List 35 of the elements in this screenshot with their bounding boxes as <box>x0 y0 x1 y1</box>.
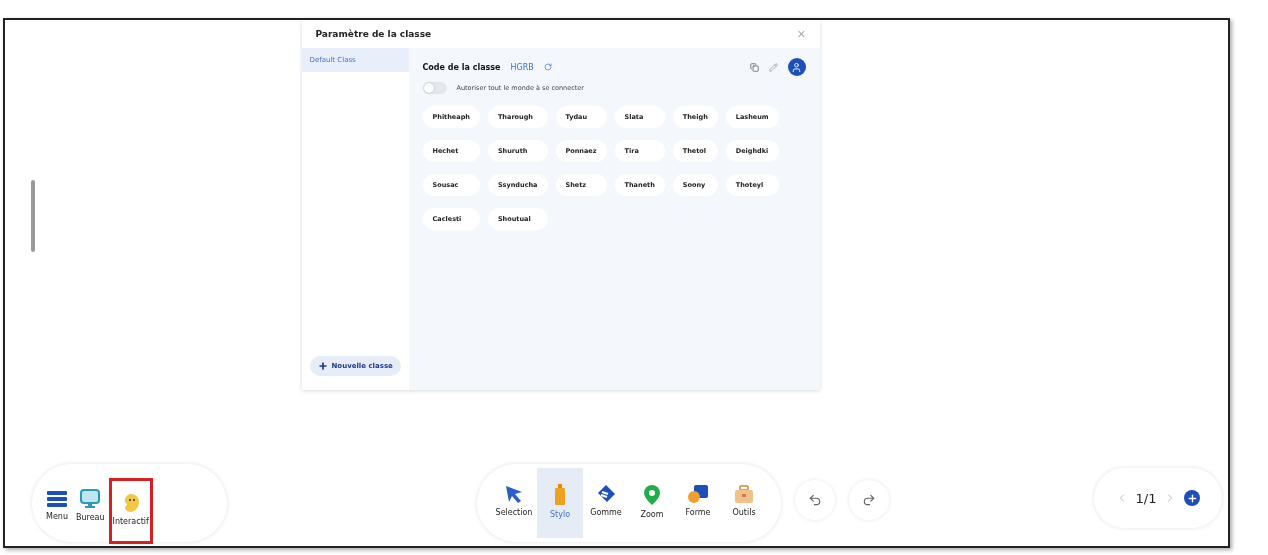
refresh-icon[interactable] <box>543 63 552 71</box>
dock-item[interactable]: Bureau <box>71 473 109 533</box>
scroll-handle[interactable] <box>31 180 35 252</box>
map-pin-icon <box>643 484 661 506</box>
toggle-switch[interactable] <box>422 82 447 94</box>
cursor-icon <box>504 484 524 504</box>
tool-button[interactable]: Selection <box>491 468 537 538</box>
copy-icon[interactable] <box>749 62 759 72</box>
pen-icon <box>554 484 566 506</box>
dock-item[interactable]: Interactif <box>108 478 153 544</box>
tool-button[interactable]: Stylo <box>537 468 583 538</box>
menu-icon <box>47 489 67 508</box>
class-code-label: Code de la classe <box>422 62 501 72</box>
user-icon <box>791 61 802 73</box>
shapes-icon <box>687 484 709 504</box>
toolbox-icon <box>734 484 754 504</box>
redo-button[interactable] <box>849 480 889 520</box>
user-avatar[interactable] <box>787 58 806 76</box>
eraser-icon <box>596 484 616 504</box>
dialog-title: Paramètre de la classe <box>315 29 432 39</box>
tool-button[interactable]: Outils <box>721 468 767 538</box>
tool-button[interactable]: Zoom <box>629 468 675 538</box>
page-number: 1/1 <box>1135 490 1157 506</box>
pencil-icon[interactable] <box>768 62 778 72</box>
class-code: HGRB <box>510 62 534 72</box>
tool-button[interactable]: Forme <box>675 468 721 538</box>
tool-button[interactable]: Gomme <box>583 468 629 538</box>
plus-icon <box>317 361 328 371</box>
add-page-button[interactable] <box>1184 490 1201 506</box>
dock-item[interactable]: Menu <box>42 474 72 532</box>
redo-icon <box>862 493 876 507</box>
undo-icon <box>808 493 822 507</box>
plus-icon <box>1186 492 1198 504</box>
monitor-icon <box>80 488 101 509</box>
undo-button[interactable] <box>795 480 835 520</box>
